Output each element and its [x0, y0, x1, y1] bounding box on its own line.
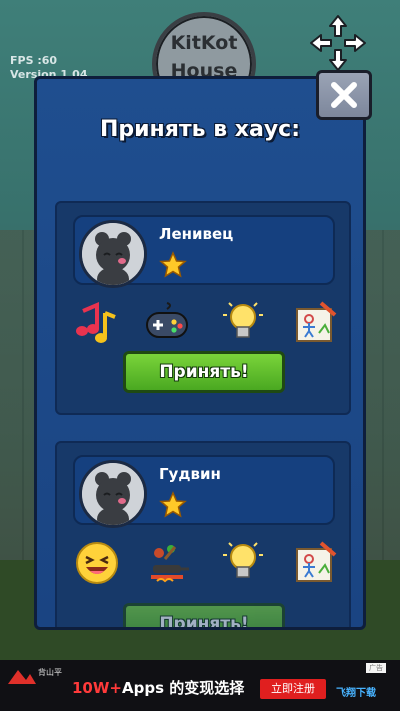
ad-banner[interactable]: 背山平 10W+Apps 的变现选择 立即注册 广告 飞翔下载 [0, 660, 400, 711]
ad-headline-accent: 10W+ [72, 679, 122, 697]
close-button[interactable] [316, 70, 372, 120]
request-card: Ленивец Принять! [55, 201, 351, 415]
cat-name: Ленивец [159, 225, 234, 243]
gamepad-icon [146, 302, 188, 338]
ad-site-logo: 飞翔下载 [336, 688, 376, 699]
laughing-face-icon [76, 542, 118, 584]
dialog-title: Принять в хаус: [99, 117, 301, 142]
music-notes-icon [76, 301, 116, 343]
ad-brand: 背山平 [38, 668, 62, 677]
accept-button[interactable]: Принять! [123, 603, 285, 627]
cat-name: Гудвин [159, 465, 221, 483]
ad-headline: 10W+Apps 的变现选择 [72, 677, 244, 698]
house-sign-line1: KitKot [170, 32, 238, 54]
ad-badge: 广告 [366, 663, 386, 673]
ad-headline-rest: Apps 的变现选择 [122, 679, 245, 697]
drawing-icon [296, 541, 337, 582]
cat-info: Ленивец [73, 215, 335, 288]
move-arrows-icon[interactable] [309, 14, 367, 72]
accept-button[interactable]: Принять! [123, 351, 285, 393]
ad-cta-button[interactable]: 立即注册 [260, 679, 326, 699]
close-icon [331, 82, 357, 108]
lightbulb-icon [223, 542, 263, 578]
cooking-icon [151, 545, 189, 583]
star-icon [159, 491, 187, 518]
star-icon [159, 251, 187, 278]
interests-row [73, 299, 337, 349]
ad-logo-icon [8, 670, 36, 684]
accept-dialog: Принять в хаус: Ленивец Принять! Гудвин … [34, 76, 366, 630]
interests-row [73, 539, 337, 589]
request-card: Гудвин Принять! [55, 441, 351, 627]
cat-info: Гудвин [73, 455, 335, 528]
drawing-icon [296, 301, 337, 342]
fps-label: FPS :60 [10, 54, 58, 67]
cat-avatar [79, 460, 147, 528]
cat-avatar [79, 220, 147, 288]
lightbulb-icon [223, 302, 263, 338]
